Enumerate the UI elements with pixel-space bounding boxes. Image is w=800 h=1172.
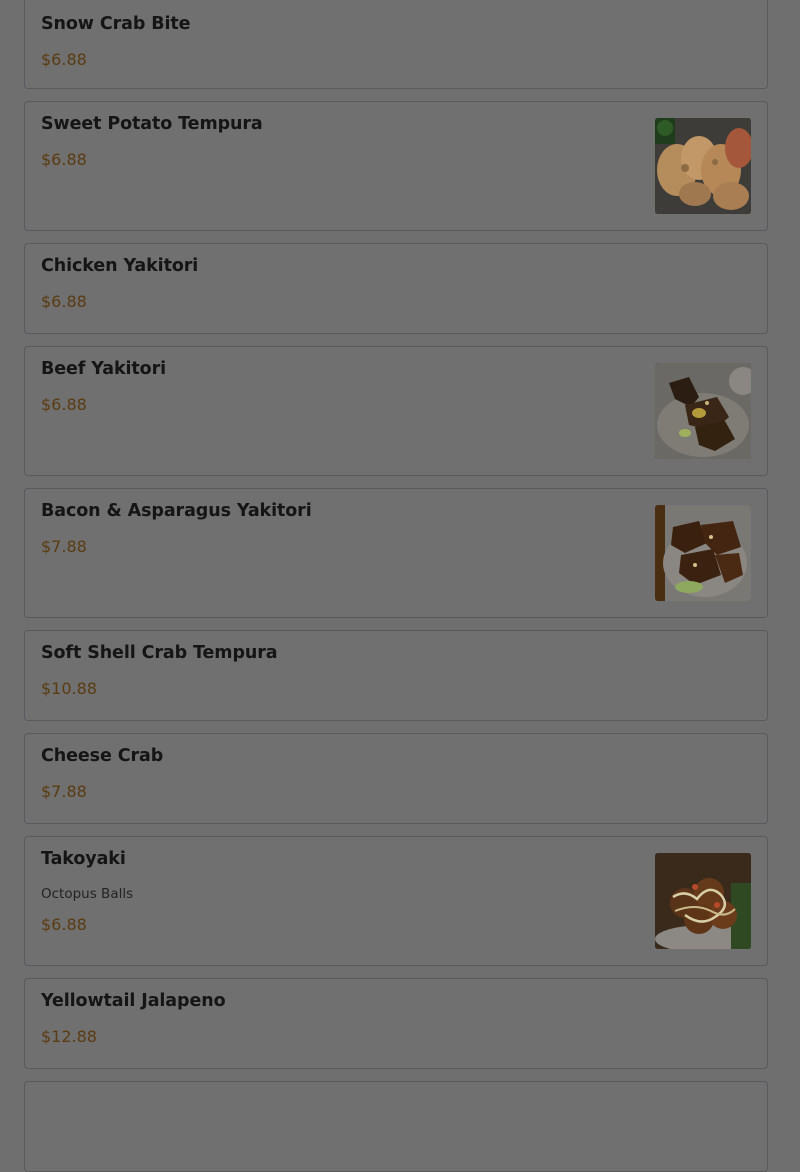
menu-item-card[interactable]: Beef Yakitori $6.88 xyxy=(24,346,768,476)
menu-item-name: Bacon & Asparagus Yakitori xyxy=(41,501,312,521)
menu-item-name: Yellowtail Jalapeno xyxy=(41,991,226,1011)
menu-item-description: Octopus Balls xyxy=(41,886,134,902)
menu-item-name: Takoyaki xyxy=(41,849,126,869)
menu-item-price: $6.88 xyxy=(41,292,87,311)
sweet-potato-tempura-photo xyxy=(655,118,751,214)
menu-item-price: $12.88 xyxy=(41,1027,97,1046)
menu-item-card[interactable]: Snow Crab Bite $6.88 xyxy=(24,0,768,89)
menu-item-card[interactable] xyxy=(24,1081,768,1172)
menu-item-price: $6.88 xyxy=(41,395,87,414)
menu-item-name: Soft Shell Crab Tempura xyxy=(41,643,278,663)
menu-item-card[interactable]: Yellowtail Jalapeno $12.88 xyxy=(24,978,768,1069)
takoyaki-photo xyxy=(655,853,751,949)
menu-item-price: $6.88 xyxy=(41,915,87,934)
menu-item-name: Sweet Potato Tempura xyxy=(41,114,263,134)
menu-item-card[interactable]: Takoyaki Octopus Balls $6.88 xyxy=(24,836,768,966)
menu-item-card[interactable]: Chicken Yakitori $6.88 xyxy=(24,243,768,334)
menu-item-price: $6.88 xyxy=(41,50,87,69)
menu-item-name: Cheese Crab xyxy=(41,746,164,766)
menu-item-card[interactable]: Bacon & Asparagus Yakitori $7.88 xyxy=(24,488,768,618)
menu-item-card[interactable]: Sweet Potato Tempura $6.88 xyxy=(24,101,768,231)
menu-item-card[interactable]: Cheese Crab $7.88 xyxy=(24,733,768,824)
menu-item-card[interactable]: Soft Shell Crab Tempura $10.88 xyxy=(24,630,768,721)
menu-item-price: $6.88 xyxy=(41,150,87,169)
beef-yakitori-photo xyxy=(655,363,751,459)
menu-item-name: Beef Yakitori xyxy=(41,359,167,379)
menu-item-price: $7.88 xyxy=(41,782,87,801)
menu-item-name: Chicken Yakitori xyxy=(41,256,199,276)
menu-item-name: Snow Crab Bite xyxy=(41,14,191,34)
menu-item-price: $10.88 xyxy=(41,679,97,698)
menu-item-price: $7.88 xyxy=(41,537,87,556)
bacon-asparagus-yakitori-photo xyxy=(655,505,751,601)
